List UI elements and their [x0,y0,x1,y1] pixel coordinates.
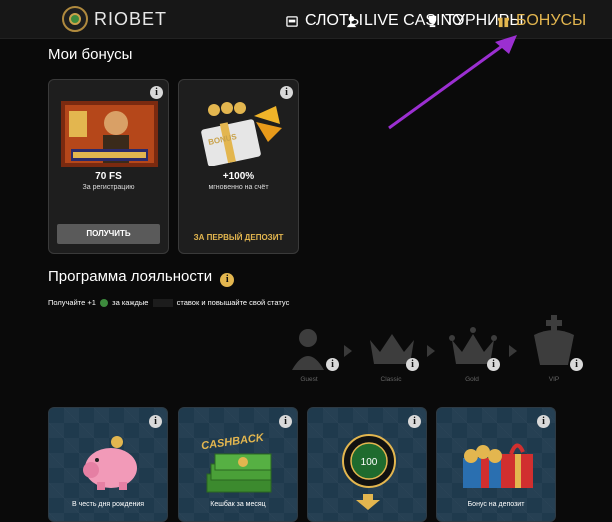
level-guest-label: Guest [300,376,318,383]
loyalty-title-text: Программа лояльности [48,268,213,285]
bonus-subtitle: мгновенно на счёт [208,184,269,191]
bonus-value: +100% [222,171,255,182]
logo-badge-icon [62,6,88,32]
book-of-dead-thumbnail-icon [61,101,158,167]
annotation-arrow-icon [388,35,517,130]
bonus-gift-box-icon [201,102,282,166]
trophy-icon [428,15,437,27]
info-icon[interactable]: i [570,358,583,371]
coin-value: 100 [360,457,378,468]
info-icon[interactable]: i [280,86,293,99]
nav-bonuses[interactable]: БОНУСЫ [497,12,586,30]
cashback-money-icon [206,453,272,493]
arrow-down-icon [356,494,380,510]
chevron-right-icon [427,345,435,357]
get-bonus-button[interactable]: ПОЛУЧИТЬ [57,224,160,244]
info-icon[interactable]: i [408,415,421,428]
info-icon[interactable]: i [406,358,419,371]
level-classic-label: Classic [380,376,402,383]
birthday-bonus-card[interactable]: i В честь дня рождения [48,407,168,522]
loyalty-desc-mid: за каждые [112,298,149,307]
bonus-card-registration[interactable]: i 70 FS За регистрацию ПОЛУЧИТЬ [48,79,169,254]
gift-icon [497,17,510,27]
info-icon[interactable]: i [326,358,339,371]
nav-bonuses-label: БОНУСЫ [516,12,587,29]
coin-wheel-card[interactable]: i 100 [307,407,427,522]
live-dealer-icon [346,15,357,27]
loyalty-info-icon[interactable]: i [220,273,235,287]
logo-text: RIOBET [94,8,168,29]
my-bonuses-title: Мои бонусы [48,46,133,63]
info-icon[interactable]: i [487,358,500,371]
guest-person-icon [292,329,324,370]
level-vip-label: VIP [548,376,560,383]
level-gold-label: Gold [465,376,479,383]
info-icon[interactable]: i [279,415,292,428]
info-icon[interactable]: i [150,86,163,99]
coin-icon [100,299,109,308]
loyalty-desc-pre: Получайте +1 [48,298,96,307]
loyalty-description: Получайте +1 за каждые ставок и повышайт… [48,298,290,308]
treasure-gift-icon [463,443,533,488]
deposit-bonus-label: Бонус на депозит [467,501,525,508]
riobet-logo[interactable]: RIOBET [62,6,167,32]
deposit-bonus-card[interactable]: i Бонус на депозит [436,407,556,522]
cashback-card[interactable]: i CASHBACK Кешбак за месяц [178,407,298,522]
chevron-right-icon [344,345,352,357]
piggy-bank-icon [83,436,137,490]
birthday-label: В честь дня рождения [71,501,145,508]
loyalty-desc-post: ставок и повышайте свой статус [176,298,290,307]
info-icon[interactable]: i [149,415,162,428]
bonus-subtitle: За регистрацию [82,184,135,191]
chevron-right-icon [509,345,517,357]
loyalty-title: Программа лояльности i [48,268,235,287]
first-deposit-label: ЗА ПЕРВЫЙ ДЕПОЗИТ [193,233,284,242]
cashback-label: Кешбак за месяц [210,501,266,508]
info-icon[interactable]: i [537,415,550,428]
slot-machine-icon [286,15,298,27]
bonus-value: 70 FS [95,171,122,182]
bonus-card-first-deposit[interactable]: i BONUS +100% мгновенно на счёт ЗА ПЕРВЫ… [178,79,299,254]
hidden-amount [152,299,173,308]
